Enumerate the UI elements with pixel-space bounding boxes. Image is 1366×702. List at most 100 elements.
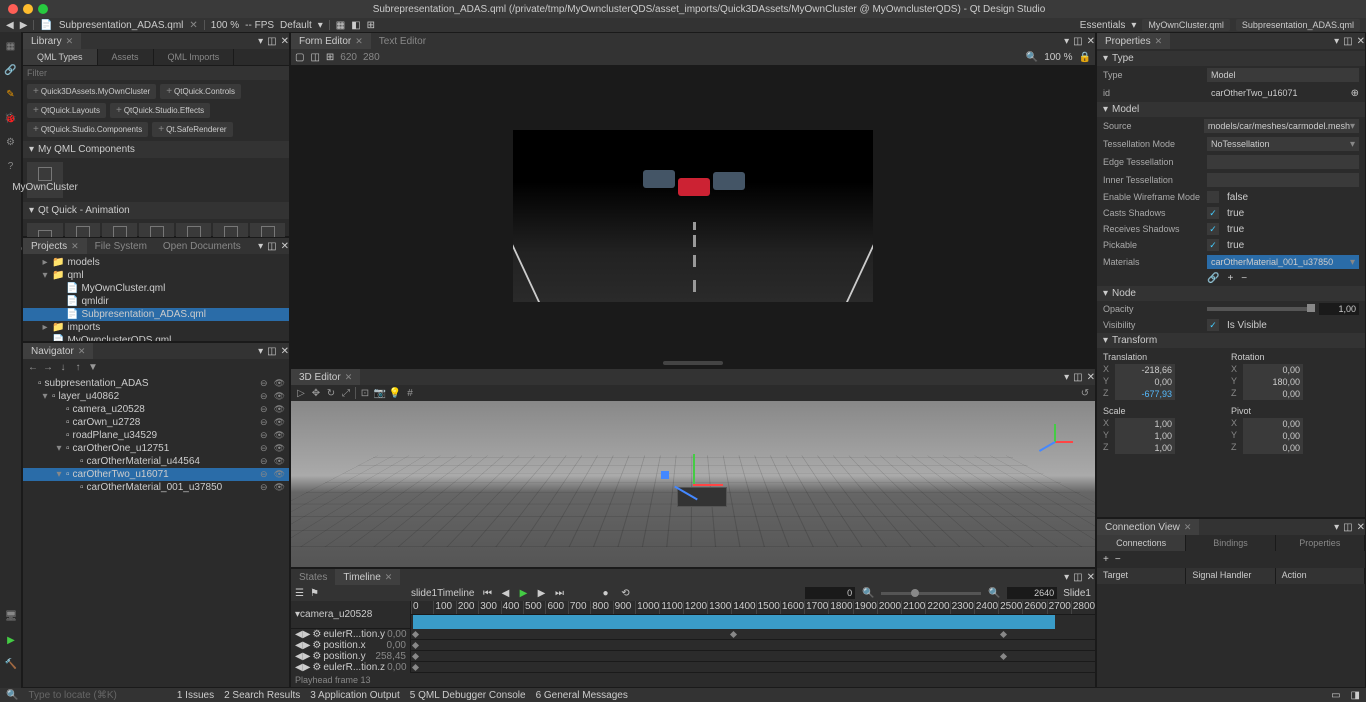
col-signal[interactable]: Signal Handler: [1186, 568, 1275, 584]
component-item[interactable]: MyOwnCluster: [27, 162, 63, 198]
visibility-icon[interactable]: 👁: [274, 456, 285, 467]
add-icon[interactable]: +: [1227, 273, 1233, 284]
slider-icon[interactable]: [881, 592, 981, 595]
select-tool-icon[interactable]: ▷: [295, 387, 307, 399]
tool-icon[interactable]: ⚙: [3, 134, 19, 150]
project-item[interactable]: ▸📁imports: [23, 321, 289, 334]
section-my-qml-components[interactable]: ▾My QML Components: [23, 141, 289, 158]
form-editor-tab[interactable]: Form Editor✕: [291, 33, 371, 49]
build-icon[interactable]: 🔨: [3, 656, 19, 672]
visibility-icon[interactable]: 👁: [274, 404, 285, 415]
preset-label[interactable]: Default: [280, 20, 312, 31]
navigator-item[interactable]: ▫carOtherMaterial_u44564⊖👁: [23, 455, 289, 468]
help-icon[interactable]: ?: [3, 158, 19, 174]
debug-icon[interactable]: 🐞: [3, 110, 19, 126]
timeline-track[interactable]: ◀▶⚙eulerR...tion.z0,00: [291, 662, 410, 673]
toggle-icon[interactable]: ◫: [310, 52, 319, 63]
close-icon[interactable]: ✕: [281, 36, 289, 47]
property-field[interactable]: [1207, 173, 1359, 187]
close-icon[interactable]: ✕: [345, 372, 353, 383]
trans-z[interactable]: [1115, 388, 1175, 400]
export-icon[interactable]: ⊖: [260, 482, 268, 493]
navigator-item[interactable]: ▾▫carOtherOne_u12751⊖👁: [23, 442, 289, 455]
split-icon[interactable]: ◫: [1073, 372, 1082, 383]
arrow-down-icon[interactable]: ↓: [57, 361, 69, 373]
collapse-icon[interactable]: ▾: [1064, 572, 1069, 583]
connection-view-tab[interactable]: Connection View✕: [1097, 519, 1199, 535]
split-icon[interactable]: ◫: [1073, 36, 1082, 47]
tool-icon[interactable]: ▦: [336, 20, 345, 31]
import-chip[interactable]: +QtQuick.Studio.Components: [27, 122, 148, 137]
import-chip[interactable]: +QtQuick.Studio.Effects: [110, 103, 210, 118]
close-icon[interactable]: ✕: [385, 572, 393, 583]
split-icon[interactable]: ◫: [1343, 522, 1352, 533]
opacity-slider[interactable]: [1207, 307, 1315, 311]
collapse-icon[interactable]: ▾: [1334, 522, 1339, 533]
scale-z[interactable]: [1115, 442, 1175, 454]
filter-icon[interactable]: ▼: [87, 361, 99, 373]
export-icon[interactable]: ⊖: [260, 456, 268, 467]
states-tab[interactable]: States: [291, 569, 335, 585]
back-icon[interactable]: ◀: [6, 20, 14, 31]
next-kf-icon[interactable]: ▶: [534, 586, 548, 600]
type-field[interactable]: Model: [1207, 68, 1359, 82]
timeline-track[interactable]: ◀▶⚙position.y258,45: [291, 651, 410, 662]
project-item[interactable]: 📄qmldir: [23, 295, 289, 308]
breadcrumb-file[interactable]: Subpresentation_ADAS.qml: [1236, 19, 1360, 31]
checkbox[interactable]: ✓: [1207, 239, 1219, 251]
export-icon[interactable]: ⊕: [1351, 88, 1359, 99]
section-type[interactable]: ▾Type: [1097, 51, 1365, 66]
properties-tab[interactable]: Properties✕: [1097, 33, 1170, 49]
trans-y[interactable]: [1115, 376, 1175, 388]
pivot-y[interactable]: [1243, 430, 1303, 442]
traffic-lights[interactable]: [8, 4, 48, 14]
projects-tab[interactable]: Projects✕: [23, 238, 87, 254]
search-icon[interactable]: 🔍: [6, 690, 18, 701]
export-icon[interactable]: ⊖: [260, 417, 268, 428]
timeline-settings-icon[interactable]: ☰: [295, 588, 304, 599]
visibility-icon[interactable]: 👁: [274, 482, 285, 493]
visibility-icon[interactable]: 👁: [274, 417, 285, 428]
close-icon[interactable]: ✕: [1357, 522, 1365, 533]
visibility-icon[interactable]: 👁: [274, 469, 285, 480]
export-icon[interactable]: ⊖: [260, 443, 268, 454]
camera-tool-icon[interactable]: 📷: [374, 387, 386, 399]
project-item[interactable]: 📄MyOwnclusterQDS.qml: [23, 334, 289, 341]
3d-editor-tab[interactable]: 3D Editor✕: [291, 369, 360, 385]
collapse-icon[interactable]: ▾: [1064, 36, 1069, 47]
timeline-track[interactable]: ◀▶⚙position.x0,00: [291, 640, 410, 651]
lock-icon[interactable]: 🔒: [1079, 52, 1091, 63]
opacity-input[interactable]: [1319, 303, 1359, 315]
section-animation[interactable]: ▾Qt Quick - Animation: [23, 202, 289, 219]
import-chip[interactable]: +Quick3DAssets.MyOwnCluster: [27, 84, 156, 99]
move-tool-icon[interactable]: ✥: [310, 387, 322, 399]
slide-label[interactable]: Slide1: [1063, 588, 1091, 599]
navigator-tab[interactable]: Navigator✕: [23, 343, 93, 359]
checkbox[interactable]: ✓: [1207, 223, 1219, 235]
toggle-icon[interactable]: ⊞: [326, 52, 334, 63]
timeline-add-icon[interactable]: ⚑: [310, 588, 319, 599]
rot-x[interactable]: [1243, 364, 1303, 376]
filesystem-tab[interactable]: File System: [87, 238, 155, 254]
navigator-item[interactable]: ▫carOwn_u2728⊖👁: [23, 416, 289, 429]
col-action[interactable]: Action: [1276, 568, 1365, 584]
play-icon[interactable]: ▶: [516, 586, 530, 600]
link-icon[interactable]: 🔗: [3, 62, 19, 78]
collapse-icon[interactable]: ▾: [258, 241, 263, 252]
pivot-z[interactable]: [1243, 442, 1303, 454]
grid-icon[interactable]: ▦: [3, 38, 19, 54]
bindings-subtab[interactable]: Bindings: [1186, 535, 1275, 551]
visibility-icon[interactable]: 👁: [274, 430, 285, 441]
visibility-checkbox[interactable]: ✓: [1207, 319, 1219, 331]
project-item[interactable]: 📄Subpresentation_ADAS.qml: [23, 308, 289, 321]
library-subtab-qml-imports[interactable]: QML Imports: [154, 49, 235, 65]
to-end-icon[interactable]: ⏭: [552, 586, 566, 600]
visibility-icon[interactable]: 👁: [274, 443, 285, 454]
toggle-icon[interactable]: ▢: [295, 52, 304, 63]
navigator-item[interactable]: ▫camera_u20528⊖👁: [23, 403, 289, 416]
close-icon[interactable]: ✕: [281, 241, 289, 252]
connections-subtab[interactable]: Connections: [1097, 535, 1186, 551]
navigator-item[interactable]: ▫carOtherMaterial_001_u37850⊖👁: [23, 481, 289, 494]
close-icon[interactable]: ✕: [1087, 572, 1095, 583]
run-icon[interactable]: ▶: [3, 632, 19, 648]
